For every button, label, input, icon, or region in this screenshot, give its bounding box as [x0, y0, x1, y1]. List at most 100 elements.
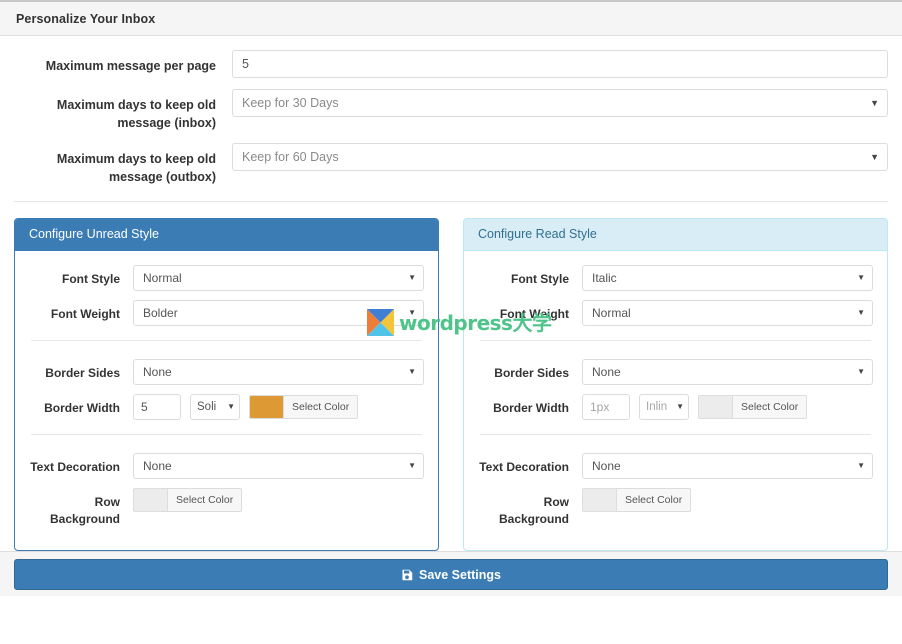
keep-outbox-value: Keep for 60 Days — [242, 150, 339, 165]
unread-font-weight-row: Font Weight Bolder ▼ — [29, 299, 424, 326]
unread-row-background-color-button[interactable]: Select Color — [133, 487, 243, 512]
label-keep-inbox: Maximum days to keep old message (inbox) — [56, 98, 216, 131]
read-border-style-select[interactable]: Inlin ▼ — [639, 393, 689, 420]
unread-text-decoration-value: None — [143, 458, 172, 473]
read-text-decoration-row: Text Decoration None ▼ — [478, 452, 873, 479]
read-text-decoration-value: None — [592, 458, 621, 473]
read-font-weight-label: Font Weight — [499, 306, 569, 321]
settings-window: Personalize Your Inbox Maximum message p… — [0, 0, 902, 644]
unread-panel-title: Configure Unread Style — [29, 227, 159, 241]
form-row-keep-inbox: Maximum days to keep old message (inbox)… — [14, 89, 888, 132]
read-text-decoration-control: None ▼ — [582, 452, 873, 479]
unread-text-decoration-select[interactable]: None ▼ — [133, 452, 424, 479]
read-font-style-control: Italic ▼ — [582, 264, 873, 291]
read-row-background-row: Row Background Select Color — [478, 487, 873, 529]
read-font-weight-value: Normal — [592, 305, 631, 320]
read-border-width-row: Border Width Inlin ▼ — [478, 393, 873, 420]
unread-row-background-color-label: Select Color — [176, 493, 234, 506]
read-text-decoration-select[interactable]: None ▼ — [582, 452, 873, 479]
unread-text-decoration-control: None ▼ — [133, 452, 424, 479]
unread-row-background-label: Row Background — [49, 494, 120, 526]
read-font-style-select[interactable]: Italic ▼ — [582, 264, 873, 291]
unread-border-width-group: Soli ▼ Select Color — [133, 393, 424, 420]
control-max-messages — [232, 50, 888, 78]
unread-text-decoration-row: Text Decoration None ▼ — [29, 452, 424, 479]
floppy-disk-icon — [401, 569, 413, 581]
keep-outbox-select[interactable]: Keep for 60 Days ▼ — [232, 143, 888, 172]
read-border-width-input[interactable] — [582, 393, 630, 420]
read-font-weight-control: Normal ▼ — [582, 299, 873, 326]
read-column: Configure Read Style Font Style Italic ▼ — [463, 217, 888, 552]
read-font-style-value: Italic — [592, 270, 617, 285]
unread-border-color-swatch — [250, 395, 284, 418]
control-keep-outbox: Keep for 60 Days ▼ — [232, 143, 888, 172]
panel-header: Personalize Your Inbox — [0, 2, 902, 36]
read-divider-1 — [480, 339, 871, 341]
chevron-down-icon: ▼ — [870, 152, 879, 163]
unread-row-background-swatch — [134, 488, 168, 511]
unread-column: Configure Unread Style Font Style Normal… — [14, 217, 439, 552]
page-title: Personalize Your Inbox — [16, 11, 156, 26]
unread-border-sides-label: Border Sides — [45, 365, 120, 380]
unread-font-weight-value: Bolder — [143, 305, 178, 320]
unread-font-style-row: Font Style Normal ▼ — [29, 264, 424, 291]
chevron-down-icon: ▼ — [408, 307, 416, 317]
read-divider-2 — [480, 433, 871, 435]
read-font-weight-select[interactable]: Normal ▼ — [582, 299, 873, 326]
max-messages-input[interactable] — [232, 50, 888, 78]
read-panel-title: Configure Read Style — [478, 227, 597, 241]
read-row-background-color-label: Select Color — [625, 493, 683, 506]
unread-border-sides-select[interactable]: None ▼ — [133, 358, 424, 385]
keep-inbox-select[interactable]: Keep for 30 Days ▼ — [232, 89, 888, 117]
read-border-color-label: Select Color — [741, 400, 799, 413]
unread-text-decoration-label: Text Decoration — [30, 459, 120, 474]
read-font-style-row: Font Style Italic ▼ — [478, 264, 873, 291]
unread-style-panel: Configure Unread Style Font Style Normal… — [14, 217, 439, 552]
unread-border-sides-value: None — [143, 364, 172, 379]
read-border-color-button[interactable]: Select Color — [698, 394, 808, 419]
unread-border-style-select[interactable]: Soli ▼ — [190, 393, 240, 420]
unread-divider-1 — [31, 339, 422, 341]
unread-border-sides-row: Border Sides None ▼ — [29, 358, 424, 385]
read-font-weight-row: Font Weight Normal ▼ — [478, 299, 873, 326]
keep-inbox-value: Keep for 30 Days — [242, 96, 339, 110]
label-max-messages: Maximum message per page — [45, 59, 216, 73]
read-border-sides-row: Border Sides None ▼ — [478, 358, 873, 385]
chevron-down-icon: ▼ — [870, 98, 879, 108]
form-row-keep-outbox: Maximum days to keep old message (outbox… — [14, 143, 888, 186]
unread-panel-header: Configure Unread Style — [15, 218, 438, 251]
unread-font-style-select[interactable]: Normal ▼ — [133, 264, 424, 291]
chevron-down-icon: ▼ — [676, 401, 684, 411]
section-divider — [14, 200, 888, 202]
read-border-style-value: Inlin — [646, 400, 668, 413]
read-border-sides-select[interactable]: None ▼ — [582, 358, 873, 385]
read-row-background-swatch — [583, 488, 617, 511]
save-settings-button[interactable]: Save Settings — [14, 559, 888, 590]
unread-border-color-button[interactable]: Select Color — [249, 394, 359, 419]
read-style-panel: Configure Read Style Font Style Italic ▼ — [463, 217, 888, 552]
read-border-width-label: Border Width — [493, 400, 569, 415]
read-border-sides-control: None ▼ — [582, 358, 873, 385]
form-row-max-messages: Maximum message per page — [14, 50, 888, 78]
read-font-style-label: Font Style — [510, 271, 569, 286]
chevron-down-icon: ▼ — [408, 366, 416, 376]
style-panels: Configure Unread Style Font Style Normal… — [14, 217, 888, 552]
unread-font-weight-select[interactable]: Bolder ▼ — [133, 299, 424, 326]
chevron-down-icon: ▼ — [227, 401, 235, 411]
read-row-background-color-button[interactable]: Select Color — [582, 487, 692, 512]
chevron-down-icon: ▼ — [857, 272, 865, 282]
unread-border-width-row: Border Width Soli ▼ — [29, 393, 424, 420]
read-row-background-control: Select Color — [582, 487, 873, 516]
read-panel-header: Configure Read Style — [464, 218, 887, 251]
unread-panel-body: Font Style Normal ▼ Font Weight Bolder ▼… — [15, 251, 438, 551]
chevron-down-icon: ▼ — [408, 460, 416, 470]
unread-border-width-input[interactable] — [133, 393, 181, 420]
chevron-down-icon: ▼ — [857, 460, 865, 470]
label-keep-outbox: Maximum days to keep old message (outbox… — [56, 152, 216, 185]
read-border-sides-label: Border Sides — [494, 365, 569, 380]
save-settings-label: Save Settings — [419, 567, 501, 582]
settings-body: Maximum message per page Maximum days to… — [0, 36, 902, 596]
chevron-down-icon: ▼ — [857, 307, 865, 317]
unread-border-style-value: Soli — [197, 400, 217, 413]
unread-font-weight-label: Font Weight — [50, 306, 120, 321]
